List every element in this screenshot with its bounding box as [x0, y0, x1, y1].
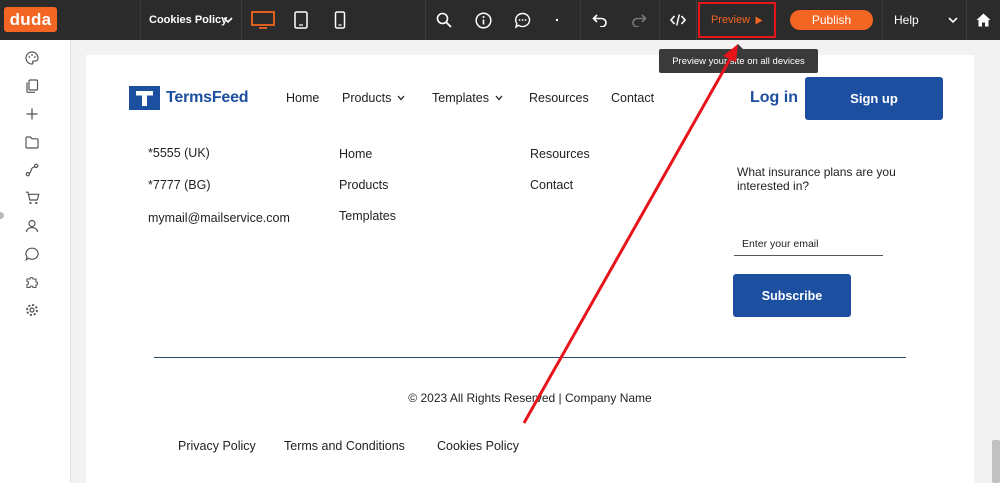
subscribe-button[interactable]: Subscribe — [733, 274, 851, 317]
comments-icon[interactable] — [504, 0, 540, 40]
footer-email[interactable]: mymail@mailservice.com — [148, 211, 290, 225]
footer-phone-uk: *5555 (UK) — [148, 146, 210, 160]
desktop-view-icon[interactable] — [245, 0, 281, 40]
site-logo[interactable]: TermsFeed — [129, 86, 249, 110]
more-dot-icon[interactable] — [539, 0, 575, 40]
signup-button[interactable]: Sign up — [805, 77, 943, 120]
pages-icon[interactable] — [24, 78, 40, 94]
newsletter-question: What insurance plans are you interested … — [737, 165, 896, 193]
play-icon — [755, 16, 763, 24]
copyright-text: © 2023 All Rights Reserved | Company Nam… — [408, 391, 652, 405]
footer-link-templates[interactable]: Templates — [339, 209, 396, 223]
footer-phone-bg: *7777 (BG) — [148, 178, 211, 192]
toolbar-separator — [580, 0, 581, 40]
connections-icon[interactable] — [24, 162, 40, 178]
toolbar-separator — [696, 0, 697, 40]
search-icon[interactable] — [426, 0, 462, 40]
puzzle-icon[interactable] — [24, 274, 40, 290]
chevron-down-icon — [948, 17, 958, 24]
undo-icon[interactable] — [582, 0, 618, 40]
footer-link-home[interactable]: Home — [339, 147, 372, 161]
home-icon[interactable] — [966, 0, 1000, 40]
footer-link-contact[interactable]: Contact — [530, 178, 573, 192]
nav-products[interactable]: Products — [342, 91, 405, 105]
gear-icon[interactable] — [24, 302, 40, 318]
chevron-down-icon — [223, 17, 233, 24]
email-input[interactable] — [734, 232, 883, 256]
chat-icon[interactable] — [24, 246, 40, 262]
chevron-down-icon — [397, 95, 405, 101]
nav-templates-label: Templates — [432, 91, 489, 105]
duda-logo[interactable]: duda — [4, 7, 57, 32]
nav-contact[interactable]: Contact — [611, 91, 654, 105]
site-canvas: TermsFeed Home Products Templates Resour… — [86, 55, 974, 483]
code-icon[interactable] — [660, 0, 696, 40]
folder-icon[interactable] — [24, 134, 40, 150]
chevron-down-icon — [495, 95, 503, 101]
redo-icon[interactable] — [621, 0, 657, 40]
nav-products-label: Products — [342, 91, 392, 105]
footer-link-products[interactable]: Products — [339, 178, 388, 192]
terms-conditions-link[interactable]: Terms and Conditions — [284, 439, 405, 453]
nav-home[interactable]: Home — [286, 91, 319, 105]
brand-name: TermsFeed — [166, 89, 249, 106]
user-icon[interactable] — [24, 218, 40, 234]
preview-button[interactable]: Preview — [698, 2, 776, 38]
nav-templates[interactable]: Templates — [432, 91, 503, 105]
help-label: Help — [894, 13, 919, 27]
footer-link-resources[interactable]: Resources — [530, 147, 590, 161]
cookies-policy-link[interactable]: Cookies Policy — [437, 439, 519, 453]
page-selector[interactable]: Cookies Policy — [140, 0, 242, 40]
preview-tooltip: Preview your site on all devices — [659, 44, 818, 73]
info-icon[interactable] — [465, 0, 501, 40]
scrollbar-track[interactable] — [990, 40, 1000, 483]
mobile-view-icon[interactable] — [322, 0, 358, 40]
tablet-view-icon[interactable] — [283, 0, 319, 40]
preview-button-label: Preview — [710, 14, 751, 26]
help-menu[interactable]: Help — [882, 0, 966, 40]
privacy-policy-link[interactable]: Privacy Policy — [178, 439, 256, 453]
nav-resources[interactable]: Resources — [529, 91, 589, 105]
login-link[interactable]: Log in — [750, 89, 798, 107]
footer-divider — [154, 357, 906, 358]
publish-button[interactable]: Publish — [790, 10, 873, 30]
add-widget-icon[interactable] — [24, 106, 40, 122]
editor-toolbar: duda Cookies Policy Preview Publish Help — [0, 0, 1000, 40]
design-palette-icon[interactable] — [24, 50, 40, 66]
editor-sidebar — [0, 40, 71, 483]
page-selector-label: Cookies Policy — [149, 14, 228, 26]
scrollbar-thumb[interactable] — [992, 440, 1000, 483]
cart-icon[interactable] — [24, 190, 40, 206]
termsfeed-logo-icon — [129, 86, 160, 110]
